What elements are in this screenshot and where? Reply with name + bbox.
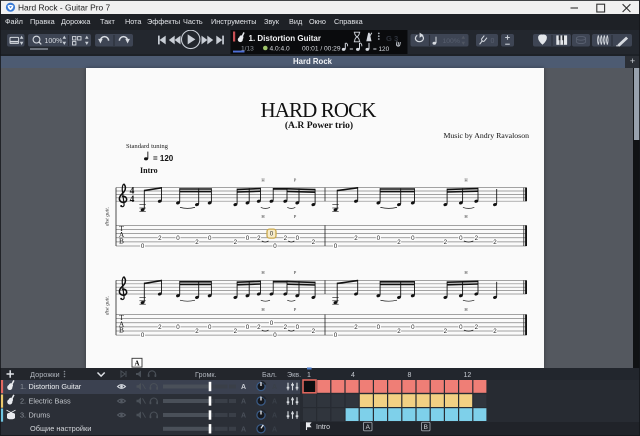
svg-text:0: 0 xyxy=(246,324,250,331)
svg-text:0: 0 xyxy=(208,235,212,242)
svg-text:0: 0 xyxy=(491,38,495,45)
svg-text:0: 0 xyxy=(459,324,463,331)
svg-text:0: 0 xyxy=(176,324,180,331)
svg-text:3.: 3. xyxy=(20,411,26,420)
svg-text:dist guit.: dist guit. xyxy=(105,207,111,226)
svg-text:A: A xyxy=(366,424,371,431)
svg-text:A: A xyxy=(241,384,246,391)
svg-text:Дорожки: Дорожки xyxy=(30,370,60,379)
svg-text:0: 0 xyxy=(296,235,300,242)
svg-text:Distortion Guitar: Distortion Guitar xyxy=(29,382,82,391)
svg-text:0: 0 xyxy=(411,235,415,242)
svg-text:2: 2 xyxy=(354,324,358,331)
svg-text:2: 2 xyxy=(444,239,448,246)
svg-text:0: 0 xyxy=(141,332,145,339)
svg-text:G 3: G 3 xyxy=(386,34,398,43)
svg-text:8: 8 xyxy=(408,372,412,379)
svg-text:1. Distortion Guitar: 1. Distortion Guitar xyxy=(249,34,321,43)
svg-text:P: P xyxy=(294,214,297,219)
svg-text:2: 2 xyxy=(284,324,288,331)
svg-text:0: 0 xyxy=(334,243,338,250)
svg-text:B: B xyxy=(424,424,428,431)
svg-text:A: A xyxy=(241,426,246,433)
svg-text:H: H xyxy=(464,270,468,275)
svg-text:dist guit.: dist guit. xyxy=(105,296,111,315)
svg-text:Electric Bass: Electric Bass xyxy=(29,397,72,406)
svg-text:2: 2 xyxy=(195,239,199,246)
svg-text:H: H xyxy=(464,177,468,182)
svg-text:H: H xyxy=(464,307,468,312)
svg-text:2: 2 xyxy=(195,328,199,335)
svg-text:1: 1 xyxy=(307,372,311,379)
svg-text:2: 2 xyxy=(158,235,162,242)
svg-text:2: 2 xyxy=(475,324,479,331)
svg-text:4: 4 xyxy=(130,195,135,205)
svg-text:H: H xyxy=(464,214,468,219)
svg-text:H: H xyxy=(261,270,265,275)
svg-text:2: 2 xyxy=(234,328,238,335)
svg-text:2: 2 xyxy=(354,235,358,242)
svg-text:0: 0 xyxy=(246,235,250,242)
svg-text:2: 2 xyxy=(397,239,401,246)
svg-text:2: 2 xyxy=(493,328,497,335)
svg-text:2: 2 xyxy=(234,239,238,246)
svg-text:2: 2 xyxy=(475,235,479,242)
svg-text:0: 0 xyxy=(176,235,180,242)
svg-text:1.: 1. xyxy=(20,382,26,391)
svg-text:2.: 2. xyxy=(20,397,26,406)
svg-text:0: 0 xyxy=(377,324,381,331)
svg-text:A: A xyxy=(272,399,277,406)
svg-text:2: 2 xyxy=(284,235,288,242)
svg-text:0: 0 xyxy=(296,324,300,331)
svg-text:A: A xyxy=(241,399,246,406)
svg-text:P: P xyxy=(294,307,297,312)
svg-text:2: 2 xyxy=(312,328,316,335)
svg-text:00:01 / 00:29: 00:01 / 00:29 xyxy=(302,45,341,52)
svg-text:H: H xyxy=(261,307,265,312)
svg-text:0: 0 xyxy=(459,235,463,242)
svg-text:4: 4 xyxy=(351,372,355,379)
svg-text:4.0:4.0: 4.0:4.0 xyxy=(270,45,290,52)
svg-text:2: 2 xyxy=(257,324,261,331)
svg-text:2: 2 xyxy=(493,239,497,246)
svg-text:100%: 100% xyxy=(443,38,460,45)
svg-text:100%: 100% xyxy=(45,38,63,45)
svg-text:2: 2 xyxy=(397,328,401,335)
svg-text:Intro: Intro xyxy=(316,424,330,431)
svg-text:0: 0 xyxy=(273,243,277,250)
svg-text:= 120: = 120 xyxy=(373,46,390,53)
svg-text:0: 0 xyxy=(270,320,274,327)
svg-text:P: P xyxy=(294,177,297,182)
svg-text:P: P xyxy=(294,270,297,275)
svg-text:A: A xyxy=(272,384,277,391)
svg-text:0: 0 xyxy=(334,332,338,339)
svg-text:2: 2 xyxy=(312,239,316,246)
svg-text:2: 2 xyxy=(444,328,448,335)
svg-text:A: A xyxy=(272,426,277,433)
svg-text:2: 2 xyxy=(257,235,261,242)
svg-text:Громк.: Громк. xyxy=(195,370,217,379)
svg-text:0: 0 xyxy=(273,332,277,339)
svg-text:H: H xyxy=(261,177,265,182)
svg-text:Hard Rock - Guitar Pro 7: Hard Rock - Guitar Pro 7 xyxy=(18,2,110,12)
svg-text:0: 0 xyxy=(270,231,274,238)
svg-text:Экв.: Экв. xyxy=(287,370,301,379)
svg-text:0: 0 xyxy=(208,324,212,331)
svg-text:0: 0 xyxy=(377,235,381,242)
svg-text:B: B xyxy=(119,236,124,245)
svg-text:2: 2 xyxy=(158,324,162,331)
svg-text:A: A xyxy=(241,413,246,420)
svg-text:H: H xyxy=(261,214,265,219)
svg-text:=: = xyxy=(350,46,354,53)
svg-text:Общие настройки: Общие настройки xyxy=(30,424,91,433)
svg-text:A: A xyxy=(272,413,277,420)
svg-text:0: 0 xyxy=(411,324,415,331)
svg-text:12: 12 xyxy=(464,372,472,379)
svg-text:Бал.: Бал. xyxy=(262,370,277,379)
svg-text:0: 0 xyxy=(141,243,145,250)
svg-text:Drums: Drums xyxy=(29,411,51,420)
svg-text:B: B xyxy=(119,326,124,335)
